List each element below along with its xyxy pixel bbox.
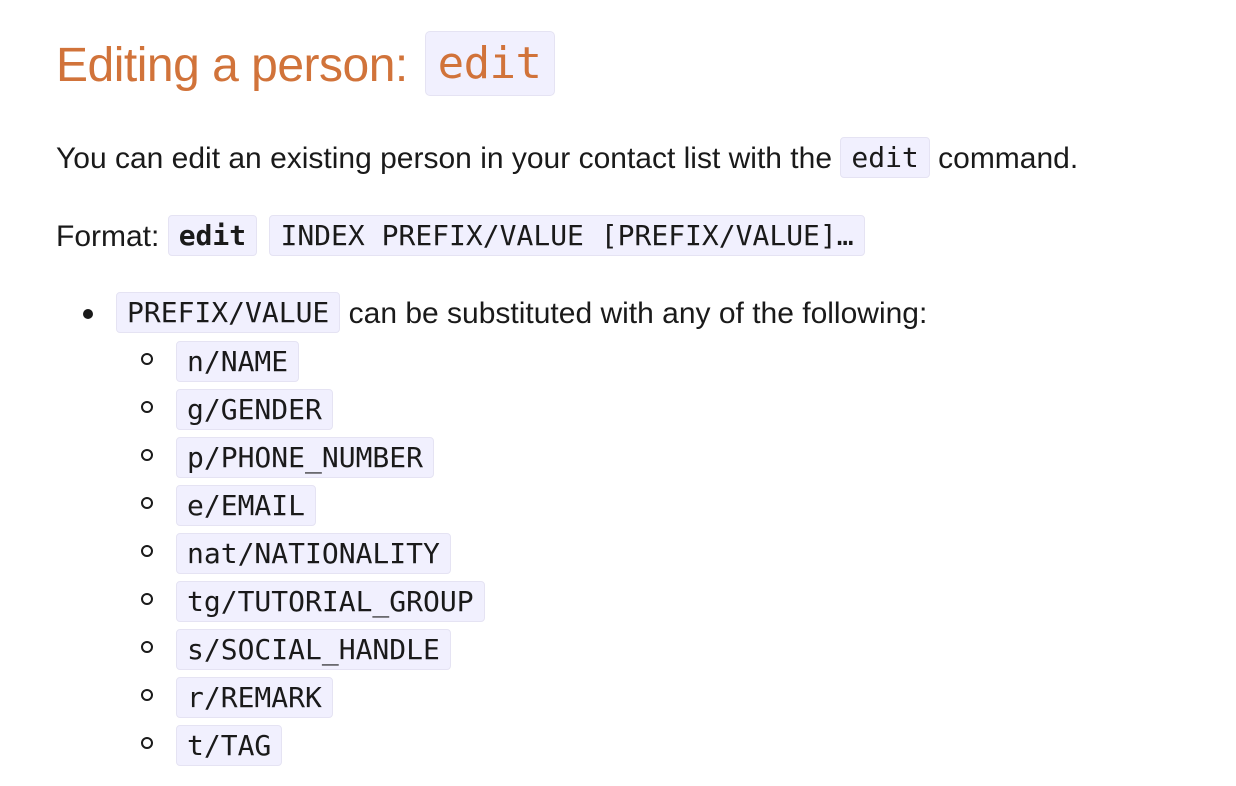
format-command-code: edit	[167, 215, 258, 256]
section-heading: Editing a person: edit	[56, 30, 555, 102]
format-args-code: INDEX PREFIX/VALUE [PREFIX/VALUE]…	[269, 215, 865, 256]
prefix-list-item: e/EMAIL	[116, 484, 927, 532]
intro-text-after: command.	[929, 142, 1079, 175]
prefix-list-item: r/REMARK	[116, 676, 927, 724]
prefix-code: r/REMARK	[176, 677, 333, 718]
hollow-bullet-icon	[141, 449, 153, 461]
document-page: Editing a person: edit You can edit an e…	[0, 0, 1236, 786]
hollow-bullet-icon	[141, 401, 153, 413]
prefix-list-item: g/GENDER	[116, 388, 927, 436]
prefix-sublist: n/NAME g/GENDER p/PHONE_NUMBER e/EMAIL n…	[116, 340, 927, 772]
prefix-list-item: tg/TUTORIAL_GROUP	[116, 580, 927, 628]
prefix-code: nat/NATIONALITY	[176, 533, 451, 574]
prefix-code: p/PHONE_NUMBER	[176, 437, 435, 478]
prefix-list-item: p/PHONE_NUMBER	[116, 436, 927, 484]
hollow-bullet-icon	[141, 353, 153, 365]
prefix-list-item: n/NAME	[116, 340, 927, 388]
intro-command-code: edit	[840, 137, 930, 178]
hollow-bullet-icon	[141, 641, 153, 653]
format-paragraph: Format: edit INDEX PREFIX/VALUE [PREFIX/…	[56, 215, 865, 259]
prefix-code: s/SOCIAL_HANDLE	[176, 629, 451, 670]
intro-paragraph: You can edit an existing person in your …	[56, 137, 1078, 181]
prefix-value-code: PREFIX/VALUE	[116, 292, 341, 333]
hollow-bullet-icon	[141, 689, 153, 701]
prefix-code: t/TAG	[176, 725, 283, 766]
hollow-bullet-icon	[141, 545, 153, 557]
format-label: Format:	[56, 220, 168, 253]
prefix-bullet-text: can be substituted with any of the follo…	[340, 297, 928, 330]
prefix-code: n/NAME	[176, 341, 300, 382]
hollow-bullet-icon	[141, 737, 153, 749]
prefix-bullet-item: PREFIX/VALUE can be substituted with any…	[56, 292, 927, 772]
heading-command-code: edit	[424, 31, 555, 96]
prefix-code: e/EMAIL	[176, 485, 317, 526]
bullet-dot-icon	[83, 309, 93, 319]
prefix-bullet-list: PREFIX/VALUE can be substituted with any…	[56, 292, 927, 772]
prefix-code: g/GENDER	[176, 389, 333, 430]
intro-text-before: You can edit an existing person in your …	[56, 142, 841, 175]
hollow-bullet-icon	[141, 497, 153, 509]
heading-text: Editing a person:	[56, 39, 421, 92]
prefix-list-item: s/SOCIAL_HANDLE	[116, 628, 927, 676]
prefix-list-item: nat/NATIONALITY	[116, 532, 927, 580]
prefix-code: tg/TUTORIAL_GROUP	[176, 581, 485, 622]
prefix-list-item: t/TAG	[116, 724, 927, 772]
hollow-bullet-icon	[141, 593, 153, 605]
